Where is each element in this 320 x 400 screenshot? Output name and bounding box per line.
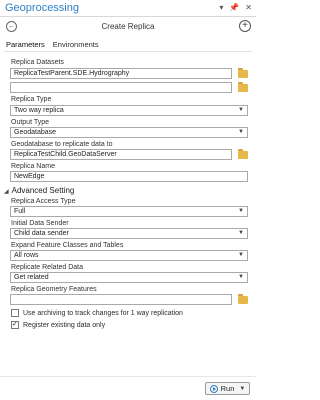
initial-sender-select[interactable]: Child data sender ▼ [10,228,248,239]
menu-icon[interactable]: ▾ [219,3,223,12]
tool-header: ← Create Replica + [0,18,256,36]
replica-name-label: Replica Name [11,163,55,170]
archiving-checkbox[interactable] [11,309,19,317]
register-checkbox[interactable] [11,320,19,329]
access-type-select[interactable]: Full ▼ [10,206,248,217]
register-checkbox-row[interactable]: Register existing data only [11,320,106,329]
folder-icon[interactable] [238,149,248,159]
related-select[interactable]: Get related ▼ [10,272,248,283]
collapse-triangle-icon: ◢ [4,189,9,195]
expand-label: Expand Feature Classes and Tables [11,242,124,249]
output-type-select[interactable]: Geodatabase ▼ [10,127,248,138]
initial-sender-label: Initial Data Sender [11,220,69,227]
tool-title: Create Replica [101,22,155,31]
replica-datasets-label: Replica Datasets [11,59,64,66]
run-button[interactable]: Run ▼ [205,382,250,395]
replica-type-label: Replica Type [11,96,52,103]
archiving-label: Use archiving to track changes for 1 way… [23,309,183,317]
chevron-down-icon[interactable]: ▼ [239,386,245,392]
geometry-label: Replica Geometry Features [11,286,97,293]
pane-titlebar: Geoprocessing ▾ 📌 ✕ [0,0,256,17]
chevron-down-icon: ▼ [238,129,244,135]
geometry-input[interactable] [10,294,232,305]
pin-icon[interactable]: 📌 [229,3,239,12]
register-label: Register existing data only [23,321,106,329]
chevron-down-icon: ▼ [238,208,244,214]
archiving-checkbox-row[interactable]: Use archiving to track changes for 1 way… [11,309,183,317]
folder-icon[interactable] [238,82,248,92]
footer-divider [0,376,256,377]
folder-icon[interactable] [238,68,248,78]
close-icon[interactable]: ✕ [245,3,252,12]
geodatabase-input[interactable]: ReplicaTestChild.GeoDataServer [10,149,232,160]
add-icon[interactable]: + [239,20,251,32]
expand-select[interactable]: All rows ▼ [10,250,248,261]
expand-value: All rows [14,252,39,259]
geodatabase-label: Geodatabase to replicate data to [11,141,113,148]
chevron-down-icon: ▼ [238,274,244,280]
pane-title: Geoprocessing [5,2,79,14]
advanced-setting-header[interactable]: ◢ Advanced Setting [4,186,74,195]
advanced-setting-label: Advanced Setting [11,186,75,195]
chevron-down-icon: ▼ [238,107,244,113]
access-type-label: Replica Access Type [11,198,76,205]
initial-sender-value: Child data sender [14,230,69,237]
output-type-value: Geodatabase [14,129,57,136]
tab-divider [4,51,252,52]
replica-name-input[interactable]: NewEdge [10,171,248,182]
related-value: Get related [14,274,49,281]
folder-icon[interactable] [238,294,248,304]
run-icon [209,384,218,393]
replica-datasets-input-empty[interactable] [10,82,232,93]
replica-type-select[interactable]: Two way replica ▼ [10,105,248,116]
output-type-label: Output Type [11,119,50,126]
run-label: Run [220,384,235,393]
chevron-down-icon: ▼ [238,230,244,236]
related-label: Replicate Related Data [11,264,83,271]
replica-type-value: Two way replica [14,107,64,114]
access-type-value: Full [14,208,26,215]
chevron-down-icon: ▼ [238,252,244,258]
replica-datasets-input[interactable]: ReplicaTestParent.SDE.Hydrography [10,68,232,79]
titlebar-controls: ▾ 📌 ✕ [219,3,252,12]
